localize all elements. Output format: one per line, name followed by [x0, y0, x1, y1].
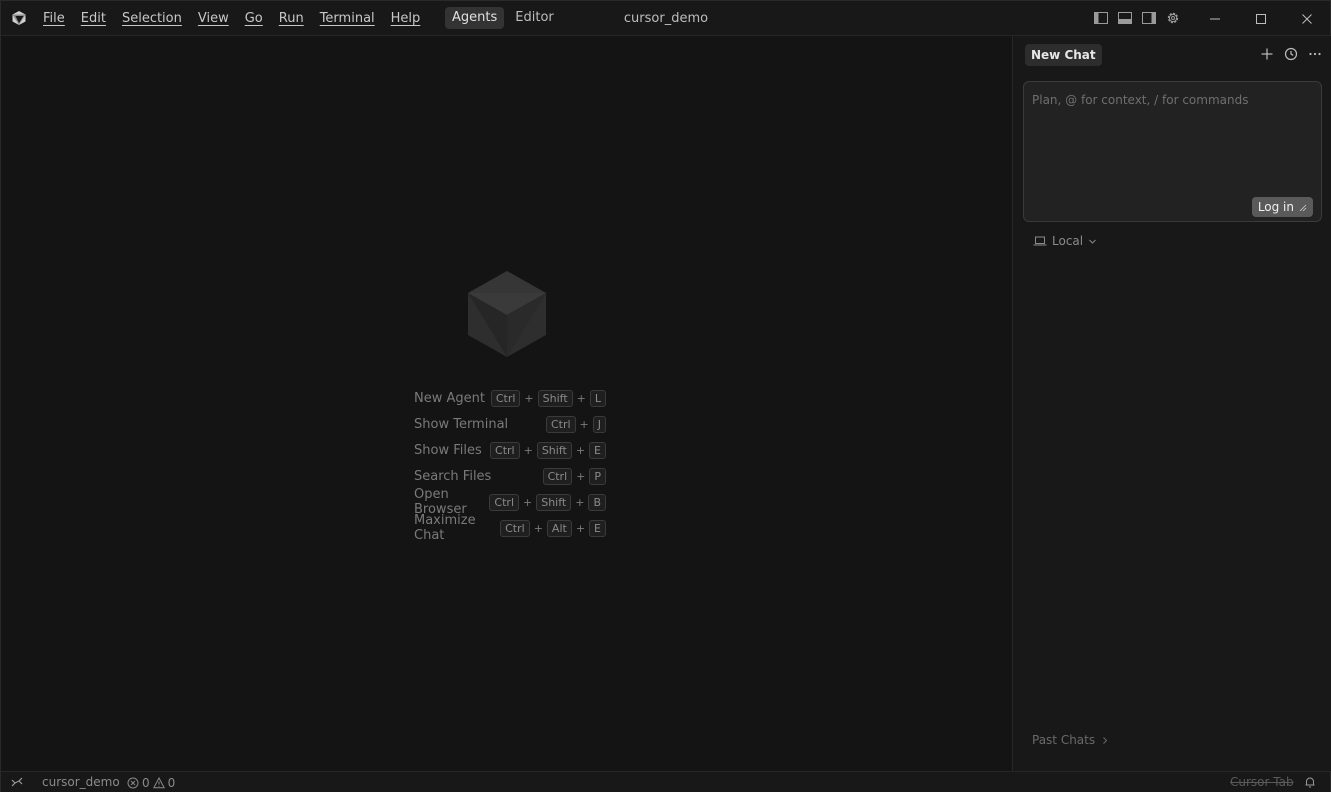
environment-select[interactable]: Local [1033, 232, 1097, 250]
layout-controls [1093, 10, 1181, 26]
status-cursor-tab[interactable]: Cursor Tab [1230, 772, 1294, 792]
chat-input[interactable] [1032, 90, 1312, 110]
menu-bar: File Edit Selection View Go Run Terminal… [35, 1, 428, 36]
key-cap: Alt [546, 519, 572, 537]
menu-selection[interactable]: Selection [114, 1, 190, 36]
minimize-button[interactable] [1192, 1, 1238, 36]
plus-icon[interactable] [1259, 46, 1275, 62]
shortcut-label: New Agent [414, 390, 485, 406]
notifications-bell-icon[interactable] [1303, 775, 1317, 789]
key-cap: P [589, 467, 606, 485]
laptop-icon [1033, 236, 1047, 246]
shortcut-search-files[interactable]: Search Files Ctrl + P [414, 463, 606, 489]
shortcut-open-browser[interactable]: Open Browser Ctrl + Shift + B [414, 487, 606, 517]
maximize-icon [1256, 13, 1266, 24]
chat-composer: Log in [1023, 81, 1322, 222]
shortcut-list: New Agent Ctrl + Shift + L Show Terminal C… [414, 385, 606, 543]
key-cap: Shift [536, 493, 572, 511]
remote-connection-icon[interactable] [10, 775, 24, 789]
new-chat-tab[interactable]: New Chat [1025, 44, 1102, 66]
shortcut-label: Search Files [414, 468, 492, 484]
toggle-panel-icon[interactable] [1117, 10, 1133, 26]
close-icon [1302, 13, 1312, 24]
key-cap: Ctrl [542, 467, 573, 485]
key-cap: Shift [536, 441, 572, 459]
shortcut-show-files[interactable]: Show Files Ctrl + Shift + E [414, 437, 606, 463]
environment-label: Local [1052, 234, 1084, 248]
shortcut-keys: Ctrl + Shift + B [489, 493, 606, 511]
shortcut-new-agent[interactable]: New Agent Ctrl + Shift + L [414, 385, 606, 411]
key-cap: Ctrl [500, 519, 530, 537]
resize-grip-icon [1299, 204, 1307, 211]
status-problems[interactable]: 0 0 [127, 772, 175, 792]
more-options-icon[interactable] [1307, 46, 1323, 62]
past-chats-link[interactable]: Past Chats [1032, 731, 1109, 749]
error-icon [127, 777, 139, 788]
chat-panel: New Chat Log in [1012, 36, 1331, 771]
chevron-right-icon [1103, 736, 1108, 744]
mode-editor-button[interactable]: Editor [508, 7, 560, 29]
shortcut-label: Show Terminal [414, 416, 509, 432]
key-cap: E [589, 519, 606, 537]
past-chats-label: Past Chats [1032, 733, 1096, 747]
menu-edit[interactable]: Edit [73, 1, 114, 36]
key-cap: Ctrl [490, 389, 521, 407]
menu-file[interactable]: File [35, 1, 73, 36]
layout-mode-switch: Agents Editor [445, 7, 561, 29]
menu-view[interactable]: View [190, 1, 237, 36]
key-cap: J [592, 415, 606, 433]
key-cap: B [588, 493, 606, 511]
key-cap: Shift [537, 389, 573, 407]
status-folder-name[interactable]: cursor_demo [42, 772, 120, 792]
title-bar: File Edit Selection View Go Run Terminal… [1, 1, 1330, 36]
shortcut-keys: Ctrl + Shift + E [490, 441, 606, 459]
shortcut-keys: Ctrl + J [545, 415, 606, 433]
shortcut-show-terminal[interactable]: Show Terminal Ctrl + J [414, 411, 606, 437]
key-cap: L [589, 389, 606, 407]
warning-icon [152, 776, 165, 788]
shortcut-keys: Ctrl + Alt + E [500, 519, 606, 537]
menu-run[interactable]: Run [271, 1, 312, 36]
menu-go[interactable]: Go [237, 1, 271, 36]
menu-help[interactable]: Help [383, 1, 429, 36]
log-in-label: Log in [1257, 200, 1294, 214]
minimize-icon [1210, 18, 1220, 19]
window-controls [1192, 1, 1330, 36]
window-title: cursor_demo [623, 11, 709, 26]
history-clock-icon[interactable] [1283, 46, 1299, 62]
close-button[interactable] [1284, 1, 1330, 36]
menu-terminal[interactable]: Terminal [312, 1, 383, 36]
maximize-button[interactable] [1238, 1, 1284, 36]
warning-count: 0 [167, 775, 176, 790]
cursor-logo-icon [12, 11, 26, 25]
key-cap: Ctrl [489, 493, 519, 511]
key-cap: E [589, 441, 606, 459]
key-cap: Ctrl [490, 441, 520, 459]
shortcut-label: Maximize Chat [414, 513, 476, 543]
chat-panel-actions [1259, 46, 1323, 62]
key-cap: Ctrl [545, 415, 576, 433]
settings-gear-icon[interactable] [1165, 10, 1181, 26]
status-bar: cursor_demo 0 0 Cursor Tab [1, 771, 1330, 792]
shortcut-label: Show Files [414, 442, 482, 458]
app-window: File Edit Selection View Go Run Terminal… [0, 0, 1331, 792]
toggle-primary-sidebar-icon[interactable] [1093, 10, 1109, 26]
error-count: 0 [142, 775, 150, 790]
log-in-button[interactable]: Log in [1251, 197, 1313, 217]
cursor-cube-logo-icon [468, 271, 546, 357]
agent-welcome-area: New Agent Ctrl + Shift + L Show Terminal C… [2, 36, 1012, 771]
mode-agents-button[interactable]: Agents [445, 7, 505, 29]
shortcut-maximize-chat[interactable]: Maximize Chat Ctrl + Alt + E [414, 513, 606, 543]
chevron-down-icon [1089, 239, 1096, 244]
toggle-secondary-sidebar-icon[interactable] [1141, 10, 1157, 26]
shortcut-keys: Ctrl + Shift + L [490, 389, 606, 407]
shortcut-keys: Ctrl + P [542, 467, 606, 485]
